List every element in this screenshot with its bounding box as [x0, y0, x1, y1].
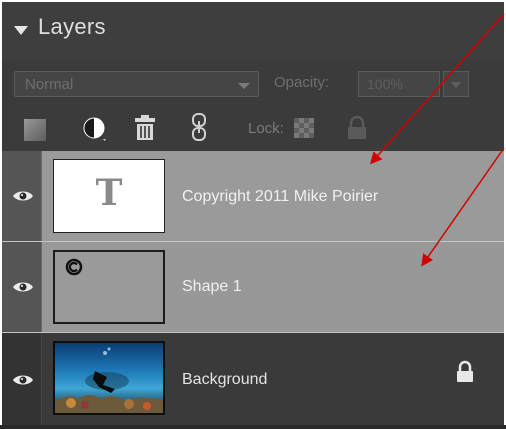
layer-name[interactable]: Background — [182, 371, 267, 389]
visibility-column — [2, 333, 42, 427]
opacity-dropdown-button[interactable] — [443, 71, 469, 97]
eye-icon[interactable] — [12, 280, 34, 294]
opacity-input[interactable]: 100% — [358, 71, 440, 97]
layer-thumbnail: T — [53, 159, 165, 233]
visibility-column — [2, 151, 42, 241]
visibility-column — [2, 242, 42, 332]
link-icon[interactable] — [190, 112, 208, 142]
lock-transparent-icon[interactable] — [294, 118, 314, 138]
eye-icon[interactable] — [12, 189, 34, 203]
layer-thumbnail — [53, 250, 165, 324]
lock-label: Lock: — [248, 120, 284, 137]
chevron-down-icon — [238, 83, 250, 89]
layer-row-background[interactable]: Background — [2, 333, 504, 427]
layer-name[interactable]: Copyright 2011 Mike Poirier — [182, 188, 378, 206]
trash-icon[interactable] — [132, 114, 158, 142]
lock-all-icon[interactable] — [344, 115, 370, 141]
eye-icon[interactable] — [12, 373, 34, 387]
chevron-down-icon — [451, 82, 461, 88]
layers-panel: Layers Normal Opacity: 100% Lock: T Copy… — [2, 2, 504, 427]
blend-mode-select[interactable]: Normal — [14, 71, 259, 97]
opacity-value: 100% — [367, 76, 403, 92]
blend-mode-value: Normal — [25, 76, 74, 93]
layer-name[interactable]: Shape 1 — [182, 278, 242, 296]
opacity-label: Opacity: — [274, 74, 330, 91]
adjustment-layer-icon[interactable] — [82, 116, 108, 142]
new-layer-icon[interactable] — [24, 119, 46, 141]
copyright-shape-icon — [65, 258, 83, 276]
panel-title: Layers — [38, 14, 106, 39]
layer-row-copyright[interactable]: T Copyright 2011 Mike Poirier — [2, 151, 504, 241]
diver-photo-thumbnail — [55, 347, 163, 413]
panel-header[interactable]: Layers — [2, 2, 504, 60]
collapse-triangle-icon[interactable] — [14, 26, 28, 35]
layer-row-shape[interactable]: Shape 1 — [2, 242, 504, 332]
layer-thumbnail — [53, 341, 165, 415]
padlock-icon — [457, 360, 473, 382]
panel-bottom-edge — [0, 425, 506, 429]
text-layer-glyph: T — [95, 172, 123, 214]
